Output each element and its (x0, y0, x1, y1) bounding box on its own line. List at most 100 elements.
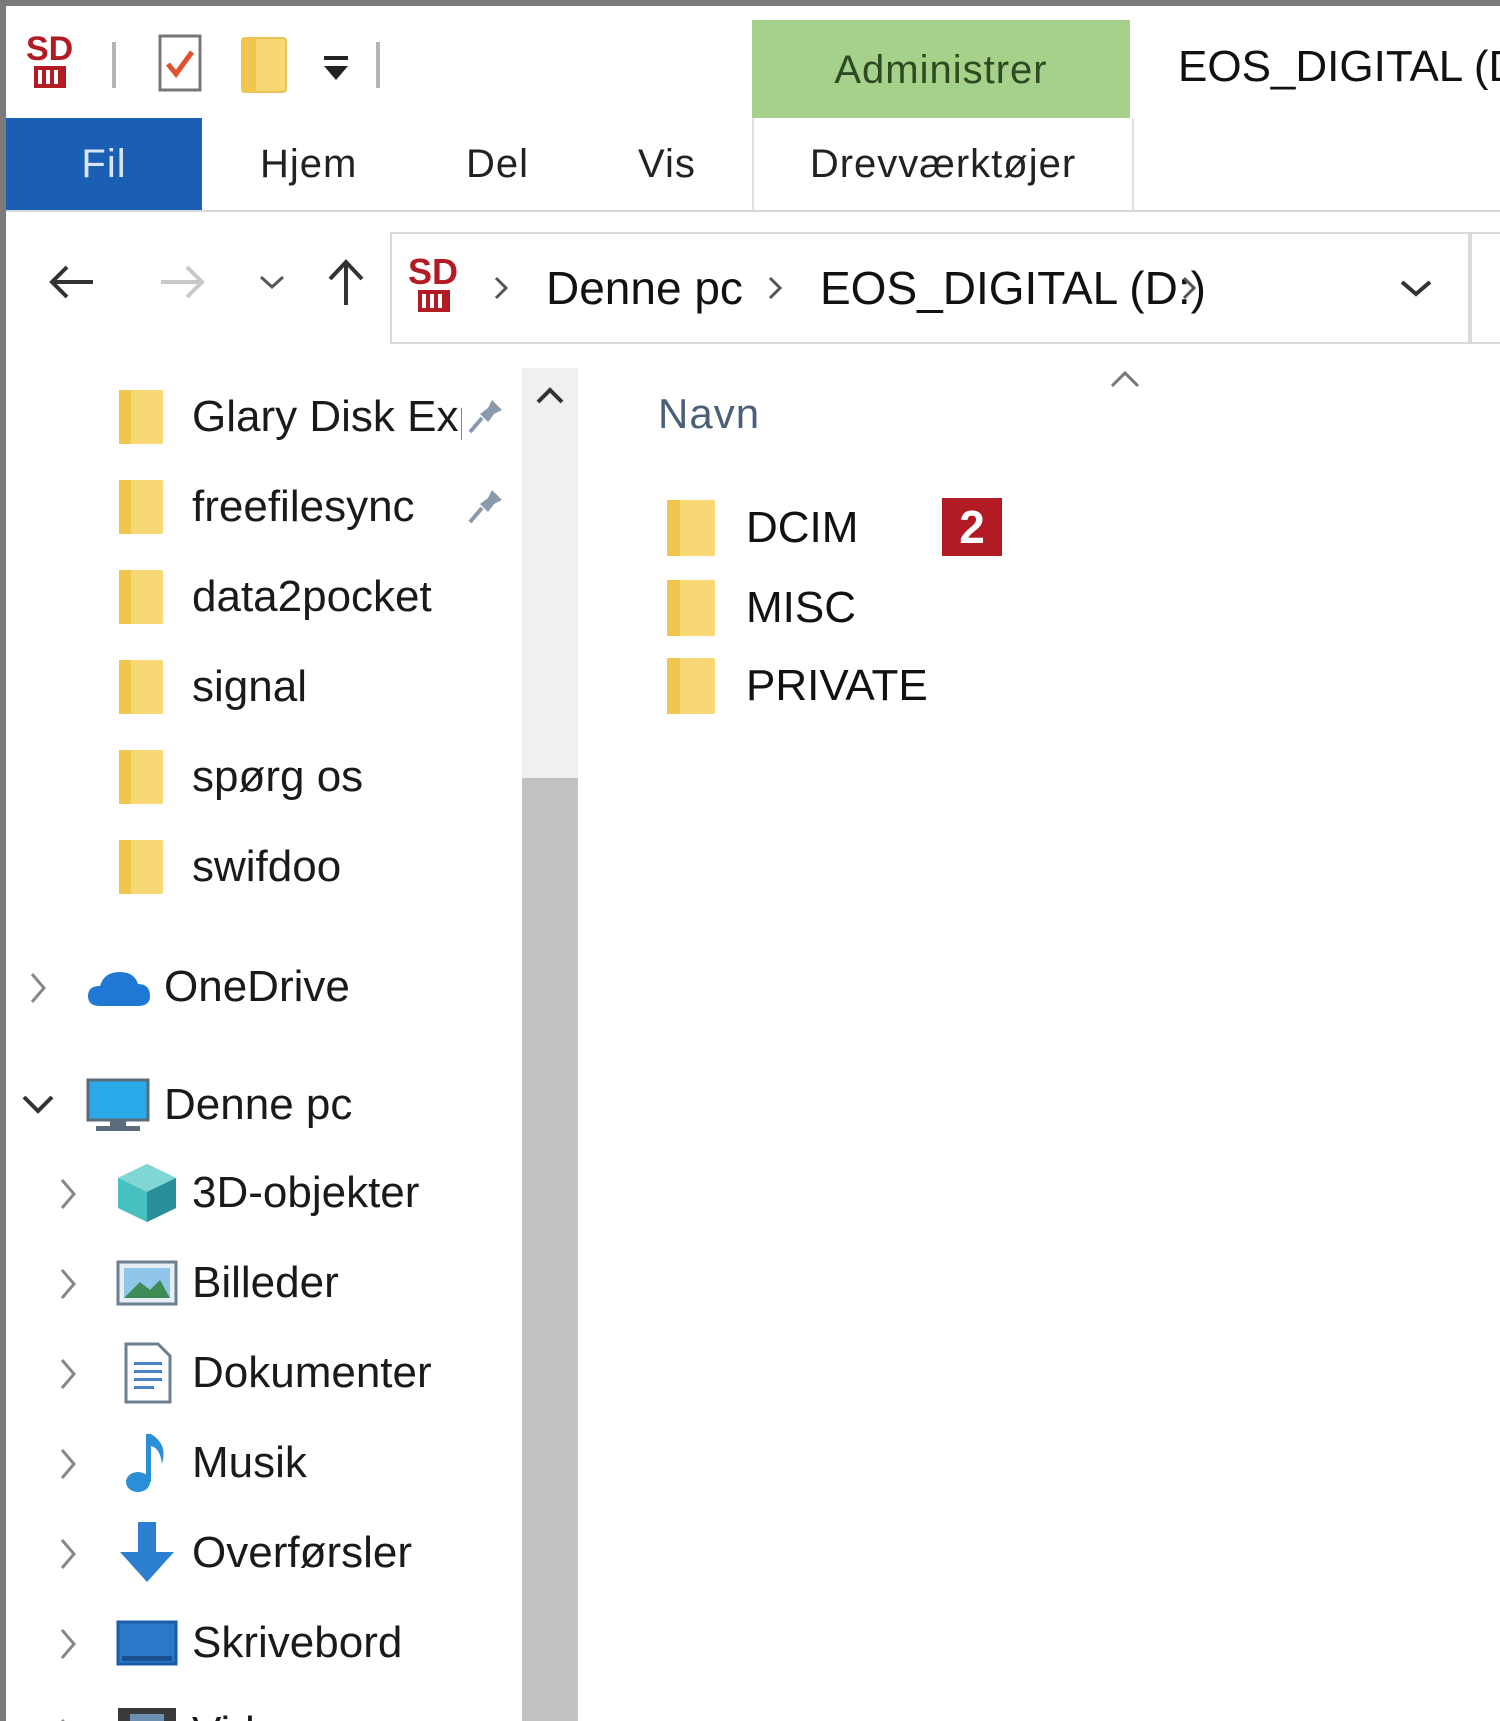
sidebar-item-label: Videoer (192, 1690, 343, 1721)
recent-locations-button[interactable] (242, 252, 302, 312)
sidebar-item-spoerg-os[interactable]: spørg os (6, 734, 516, 820)
breadcrumb-separator[interactable] (766, 234, 784, 342)
chevron-down-icon[interactable] (20, 1092, 56, 1121)
navigation-bar: SD Denne pc EOS_DIGITAL (D:) (6, 212, 1500, 346)
sidebar-item-data2pocket[interactable]: data2pocket (6, 554, 516, 640)
chevron-right-icon[interactable] (56, 1446, 80, 1487)
breadcrumb-separator[interactable] (1180, 234, 1198, 342)
sidebar-item-label: Denne pc (164, 1080, 353, 1129)
window-title: EOS_DIGITAL (D:) (1178, 42, 1500, 91)
properties-icon[interactable] (156, 32, 204, 94)
pin-icon (466, 486, 506, 531)
sidebar-item-label: Musik (192, 1438, 307, 1487)
file-explorer-window: SD Administrer EOS_DIGITAL (Fil Hjem De… (0, 0, 1500, 1721)
customize-dropdown-icon[interactable] (318, 50, 354, 86)
sidebar-item-label: Dokumenter (192, 1348, 432, 1397)
tab-home[interactable]: Hjem (260, 118, 357, 210)
folder-icon (666, 498, 716, 563)
sort-ascending-icon (1108, 368, 1142, 395)
column-header-name[interactable]: Navn (658, 390, 760, 438)
sidebar-item-glary[interactable]: Glary Disk Exp (6, 374, 516, 460)
sidebar-item-desktop[interactable]: Skrivebord (6, 1600, 516, 1686)
chevron-right-icon[interactable] (56, 1356, 80, 1397)
file-name: PRIVATE (746, 661, 928, 710)
file-list: Navn DCIM 2 MISC PRIVATE (578, 346, 1500, 1721)
chevron-up-icon (536, 387, 564, 404)
address-history-dropdown[interactable] (1398, 234, 1434, 342)
folder-icon (666, 578, 716, 643)
chevron-right-icon[interactable] (56, 1626, 80, 1667)
svg-text:SD: SD (26, 30, 73, 68)
sidebar-scrollbar[interactable] (522, 368, 578, 1721)
sd-card-icon: SD (406, 251, 462, 320)
computer-icon (86, 1078, 150, 1139)
sidebar-item-label: Overførsler (192, 1528, 412, 1577)
sidebar-item-3d-objects[interactable]: 3D-objekter (6, 1150, 516, 1236)
downloads-icon (116, 1520, 178, 1591)
sidebar-item-videos[interactable]: Videoer (6, 1690, 516, 1721)
sidebar-item-label: Billeder (192, 1258, 339, 1307)
breadcrumb-this-pc[interactable]: Denne pc (546, 234, 743, 342)
refresh-button[interactable] (1470, 232, 1500, 344)
chevron-down-icon (1400, 280, 1432, 297)
step-badge: 2 (942, 498, 1002, 556)
arrow-up-icon (328, 259, 364, 305)
chevron-right-icon (494, 276, 509, 300)
sidebar-item-downloads[interactable]: Overførsler (6, 1510, 516, 1596)
manage-contextual-tab[interactable]: Administrer (752, 20, 1130, 120)
folder-icon (118, 838, 164, 896)
videos-icon (116, 1706, 178, 1721)
up-button[interactable] (316, 252, 376, 312)
new-folder-icon[interactable] (240, 34, 292, 96)
sidebar-item-this-pc[interactable]: Denne pc (6, 1062, 516, 1148)
chevron-right-icon[interactable] (56, 1716, 80, 1721)
folder-icon (118, 748, 164, 806)
sidebar-item-label: swifdoo (192, 842, 342, 891)
file-row-misc[interactable]: MISC (666, 572, 1166, 644)
tab-file[interactable]: Fil (6, 118, 202, 210)
sidebar-item-swifdoo[interactable]: swifdoo (6, 824, 516, 910)
navigation-pane: Glary Disk Exp freefilesync data2pocket (6, 368, 522, 1721)
scroll-up-button[interactable] (522, 368, 578, 424)
sidebar-item-label: Skrivebord (192, 1618, 403, 1667)
tab-drive-tools[interactable]: Drevværktøjer (752, 118, 1134, 210)
svg-text:SD: SD (408, 252, 458, 292)
file-name: DCIM (746, 503, 859, 552)
file-row-private[interactable]: PRIVATE (666, 650, 1166, 722)
toolbar-separator (112, 42, 116, 88)
tab-share[interactable]: Del (466, 118, 529, 210)
chevron-right-icon[interactable] (56, 1536, 80, 1577)
back-button[interactable] (42, 252, 102, 312)
arrow-right-icon (161, 265, 205, 299)
sidebar-item-label: Glary Disk Exp (192, 392, 462, 441)
sidebar-item-documents[interactable]: Dokumenter (6, 1330, 516, 1416)
breadcrumb-drive[interactable]: EOS_DIGITAL (D:) (820, 234, 1206, 342)
documents-icon (124, 1342, 172, 1409)
pin-icon (466, 396, 506, 441)
chevron-right-icon[interactable] (56, 1266, 80, 1307)
sd-card-icon[interactable]: SD (24, 30, 80, 94)
sidebar-item-label: OneDrive (164, 962, 350, 1011)
sidebar-item-label: data2pocket (192, 572, 432, 621)
forward-button[interactable] (152, 252, 212, 312)
desktop-icon (116, 1620, 178, 1671)
pictures-icon (116, 1260, 178, 1311)
sidebar-item-signal[interactable]: signal (6, 644, 516, 730)
sidebar-item-onedrive[interactable]: OneDrive (6, 944, 516, 1030)
file-name: MISC (746, 583, 856, 632)
scroll-thumb[interactable] (522, 778, 578, 1721)
sidebar-item-music[interactable]: Musik (6, 1420, 516, 1506)
tab-view[interactable]: Vis (638, 118, 696, 210)
sidebar-item-freefilesync[interactable]: freefilesync (6, 464, 516, 550)
arrow-left-icon (49, 265, 93, 299)
folder-icon (118, 568, 164, 626)
chevron-right-icon[interactable] (26, 970, 50, 1011)
sidebar-item-label: spørg os (192, 752, 364, 801)
breadcrumb-separator[interactable] (492, 234, 510, 342)
address-bar[interactable]: SD Denne pc EOS_DIGITAL (D:) (390, 232, 1470, 344)
sidebar-item-label: signal (192, 662, 307, 711)
file-row-dcim[interactable]: DCIM 2 (666, 492, 1166, 564)
sidebar-item-pictures[interactable]: Billeder (6, 1240, 516, 1326)
chevron-right-icon[interactable] (56, 1176, 80, 1217)
chevron-right-icon (768, 276, 783, 300)
